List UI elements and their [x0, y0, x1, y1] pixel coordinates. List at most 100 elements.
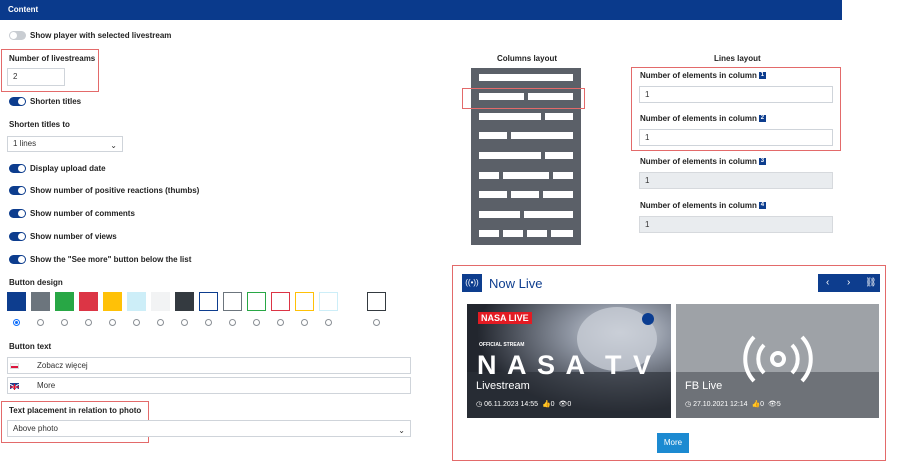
- show-player-toggle[interactable]: [9, 31, 26, 40]
- button-design-swatch[interactable]: [199, 292, 218, 311]
- column-3-input[interactable]: 1: [639, 172, 833, 189]
- clock-icon: ◷: [476, 401, 483, 408]
- show-comments-toggle[interactable]: [9, 209, 26, 218]
- button-text-label: Button text: [9, 342, 52, 351]
- column-4-input[interactable]: 1: [639, 216, 833, 233]
- column-1-input[interactable]: 1: [639, 86, 833, 103]
- column-1-badge: 1: [758, 72, 766, 80]
- layout-line-9a: [479, 230, 499, 237]
- card-1-date: 06.11.2023 14:55: [484, 401, 539, 408]
- button-design-radio[interactable]: [61, 319, 68, 326]
- button-design-swatch[interactable]: [271, 292, 290, 311]
- button-design-swatch[interactable]: [247, 292, 266, 311]
- button-design-radio[interactable]: [85, 319, 92, 326]
- button-design-swatch[interactable]: [7, 292, 26, 311]
- button-design-radio[interactable]: [13, 319, 20, 326]
- column-3-label: Number of elements in column 3: [640, 157, 766, 166]
- layout-line-4a: [479, 132, 507, 139]
- column-2-badge: 2: [758, 115, 766, 123]
- layout-line-4b: [511, 132, 573, 139]
- shorten-titles-to-select[interactable]: 1 lines ⌄: [7, 136, 123, 152]
- thumbs-up-icon: 👍: [751, 401, 761, 408]
- text-placement-select[interactable]: Above photo ⌄: [7, 420, 411, 437]
- num-livestreams-label: Number of livestreams: [9, 54, 96, 63]
- button-design-swatch[interactable]: [103, 292, 122, 311]
- card-1-views: 0: [567, 401, 572, 408]
- card-2-thumbs: 0: [760, 401, 765, 408]
- show-comments-label: Show number of comments: [30, 209, 135, 218]
- layout-line-6c: [553, 172, 573, 179]
- button-design-radio[interactable]: [205, 319, 212, 326]
- live-card-fb[interactable]: FB Live ◷ 27.10.2021 12:14 👍0 👁5: [676, 304, 879, 418]
- shorten-titles-to-label: Shorten titles to: [9, 120, 70, 129]
- button-design-swatch[interactable]: [175, 292, 194, 311]
- column-1-label-text: Number of elements in column: [640, 71, 757, 80]
- button-design-radio[interactable]: [229, 319, 236, 326]
- eye-icon: 👁: [558, 401, 568, 408]
- layout-line-6a: [479, 172, 499, 179]
- button-design-radio[interactable]: [133, 319, 140, 326]
- shorten-titles-label: Shorten titles: [30, 97, 82, 106]
- num-livestreams-input[interactable]: 2: [7, 68, 65, 86]
- column-2-input[interactable]: 1: [639, 129, 833, 146]
- button-design-radio[interactable]: [301, 319, 308, 326]
- button-design-swatch[interactable]: [79, 292, 98, 311]
- shorten-titles-toggle[interactable]: [9, 97, 26, 106]
- button-design-swatch[interactable]: [367, 292, 386, 311]
- button-design-swatch[interactable]: [31, 292, 50, 311]
- show-views-label: Show number of views: [30, 232, 117, 241]
- chevron-down-icon: ⌄: [110, 141, 117, 150]
- display-upload-date-toggle[interactable]: [9, 164, 26, 173]
- button-design-swatch[interactable]: [151, 292, 170, 311]
- show-views-toggle[interactable]: [9, 232, 26, 241]
- thumbs-up-icon: 👍: [541, 401, 551, 408]
- live-broadcast-icon: [743, 335, 813, 383]
- button-design-swatch[interactable]: [127, 292, 146, 311]
- highlight-selected-layout-row: [462, 88, 585, 109]
- layout-line-6b: [503, 172, 549, 179]
- nasa-live-badge: NASA LIVE: [478, 312, 532, 324]
- live-nav-controls: ‹ › ⛓: [818, 274, 880, 292]
- button-design-label: Button design: [9, 278, 63, 287]
- live-card-nasa[interactable]: NASA LIVE OFFICIAL STREAM N A S A T V Li…: [467, 304, 671, 418]
- column-3-badge: 3: [758, 158, 766, 166]
- card-1-meta: ◷ 06.11.2023 14:55 👍0 👁0: [476, 400, 571, 408]
- button-design-radio[interactable]: [277, 319, 284, 326]
- button-design-radio[interactable]: [373, 319, 380, 326]
- column-4-label-text: Number of elements in column: [640, 201, 757, 210]
- eye-icon: 👁: [767, 401, 777, 408]
- button-design-radio[interactable]: [253, 319, 260, 326]
- content-header-title: Content: [8, 5, 39, 14]
- button-design-swatch[interactable]: [55, 292, 74, 311]
- text-placement-value: Above photo: [13, 424, 58, 433]
- layout-line-5a: [479, 152, 541, 159]
- column-2-label: Number of elements in column 2: [640, 114, 766, 123]
- button-design-radio[interactable]: [109, 319, 116, 326]
- button-design-swatch[interactable]: [295, 292, 314, 311]
- layout-line-8a: [479, 211, 520, 218]
- more-button[interactable]: More: [657, 433, 689, 453]
- card-2-date: 27.10.2021 12:14: [693, 401, 748, 408]
- official-stream-label: OFFICIAL STREAM: [479, 342, 525, 348]
- button-design-swatch[interactable]: [223, 292, 242, 311]
- display-upload-date-label: Display upload date: [30, 164, 106, 173]
- chevron-left-icon[interactable]: ‹: [826, 277, 829, 288]
- show-see-more-toggle[interactable]: [9, 255, 26, 264]
- button-design-radio[interactable]: [325, 319, 332, 326]
- button-design-radio[interactable]: [157, 319, 164, 326]
- button-design-radio[interactable]: [37, 319, 44, 326]
- button-design-swatch[interactable]: [319, 292, 338, 311]
- layout-line-9d: [551, 230, 573, 237]
- link-icon[interactable]: ⛓: [865, 277, 876, 288]
- button-text-en-input[interactable]: More: [7, 377, 411, 394]
- show-player-label: Show player with selected livestream: [30, 31, 172, 40]
- text-placement-label: Text placement in relation to photo: [9, 406, 142, 415]
- button-text-pl-input[interactable]: Zobacz więcej: [7, 357, 411, 374]
- chevron-right-icon[interactable]: ›: [847, 277, 850, 288]
- positive-reactions-toggle[interactable]: [9, 186, 26, 195]
- columns-layout-label: Columns layout: [497, 54, 558, 63]
- layout-line-5b: [545, 152, 573, 159]
- card-2-title: FB Live: [685, 380, 723, 392]
- button-design-radio[interactable]: [181, 319, 188, 326]
- clock-icon: ◷: [685, 401, 692, 408]
